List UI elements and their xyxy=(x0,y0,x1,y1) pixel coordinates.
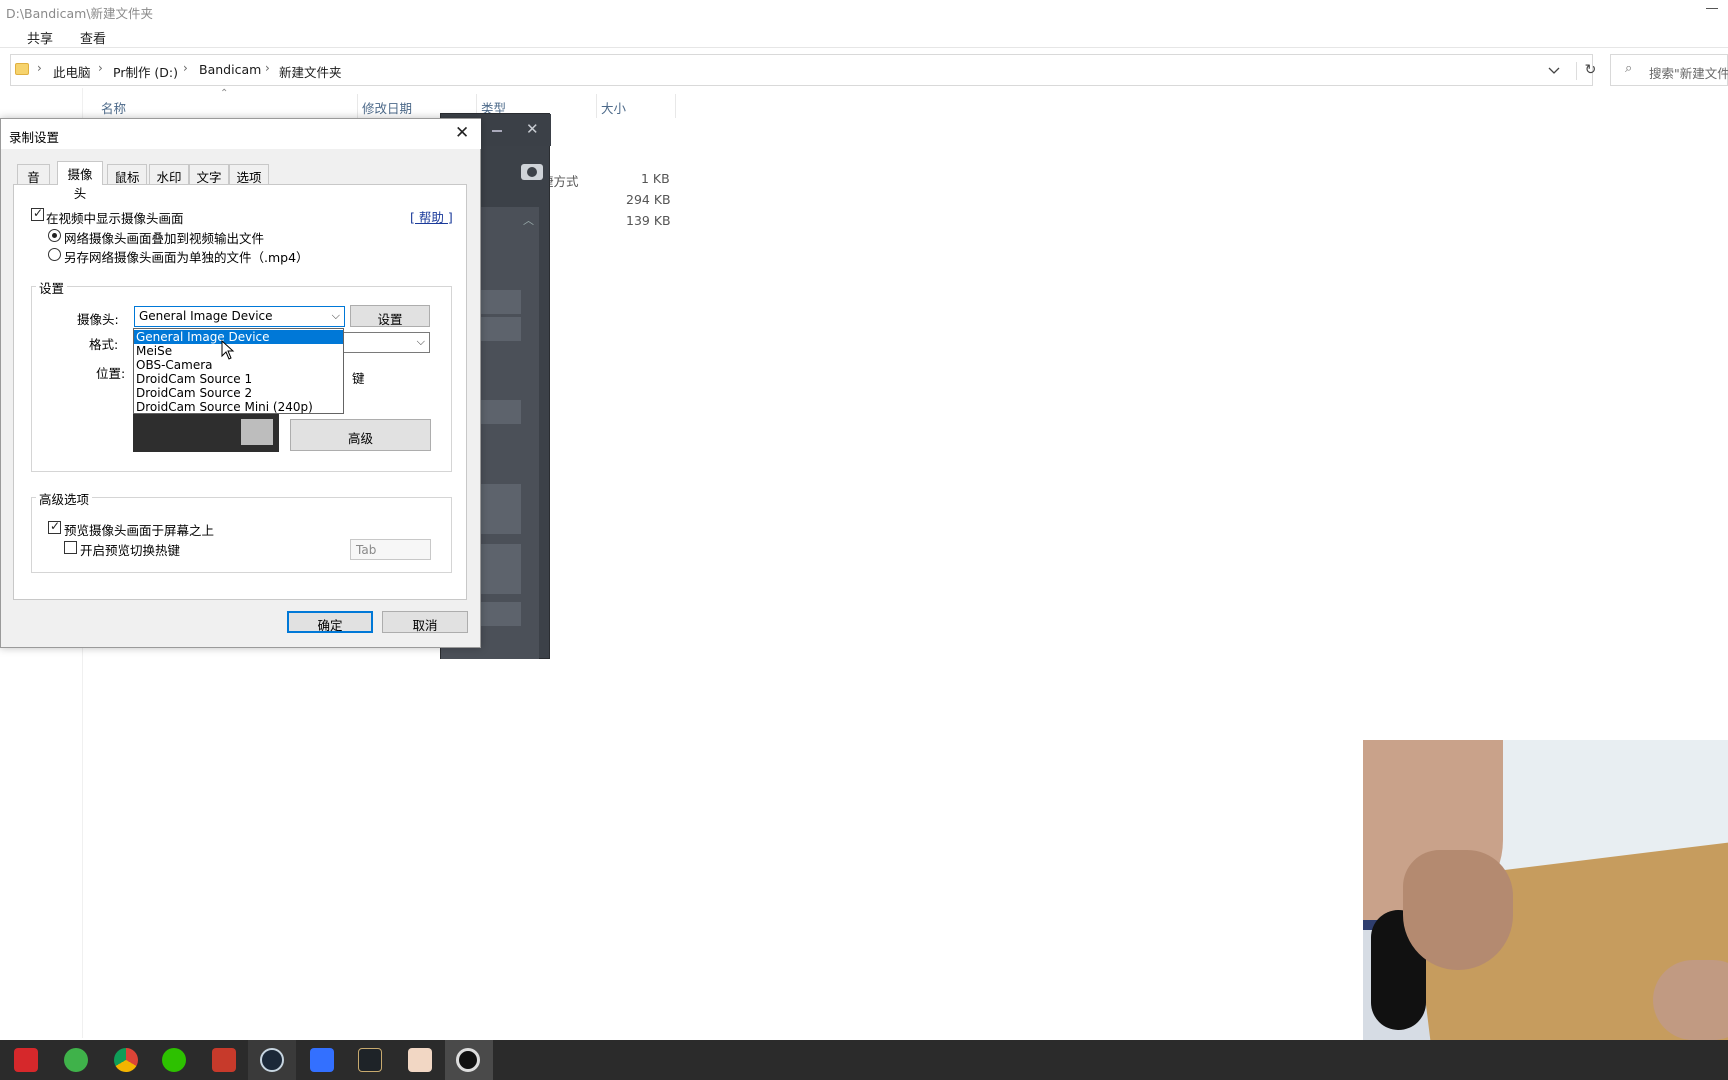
webcam-scene xyxy=(1653,960,1728,1040)
tab-webcam[interactable]: 摄像头 xyxy=(57,161,103,201)
sort-ascending-icon: ⌃ xyxy=(220,88,229,99)
tab-watermark[interactable]: 水印 xyxy=(149,164,189,185)
column-header-name[interactable]: 名称 xyxy=(101,98,126,117)
preview-on-top-label[interactable]: 预览摄像头画面于屏幕之上 xyxy=(64,520,214,539)
camera-icon[interactable] xyxy=(521,164,543,180)
column-divider[interactable] xyxy=(596,94,597,118)
history-dropdown-button[interactable] xyxy=(1547,63,1561,77)
format-label: 格式: xyxy=(89,337,119,352)
advanced-button[interactable]: 高级 xyxy=(290,419,431,451)
tab-audio[interactable]: 音频 xyxy=(17,164,50,204)
camera-option[interactable]: DroidCam Source Mini (240p) xyxy=(134,400,343,414)
webcam-scene xyxy=(1403,850,1513,970)
breadcrumb-this-pc[interactable]: 此电脑 xyxy=(53,62,91,81)
breadcrumb-bandicam[interactable]: Bandicam xyxy=(199,62,261,77)
preview-position-marker[interactable] xyxy=(241,419,273,445)
overlay-webcam-radio[interactable] xyxy=(48,229,61,242)
hotkey-label-partial: 键 xyxy=(352,371,365,386)
menu-view[interactable]: 查看 xyxy=(80,28,106,47)
chevron-up-icon[interactable]: ︿ xyxy=(523,212,534,228)
arrow-cursor-icon xyxy=(221,339,235,360)
camera-dropdown-list: General Image Device MeiSe OBS-Camera Dr… xyxy=(133,328,344,414)
camera-option[interactable]: OBS-Camera xyxy=(134,358,343,372)
chevron-right-icon[interactable]: › xyxy=(183,61,188,75)
chevron-right-icon[interactable]: › xyxy=(98,61,103,75)
camera-select[interactable]: General Image Device ⌵ xyxy=(134,306,345,327)
youdao-icon[interactable] xyxy=(14,1048,38,1072)
bandicam-icon[interactable] xyxy=(456,1048,480,1072)
refresh-button[interactable]: ↻ xyxy=(1576,62,1604,80)
menu-share[interactable]: 共享 xyxy=(27,28,53,47)
chevron-down-icon xyxy=(1548,67,1560,74)
webcam-overlay xyxy=(1363,740,1728,1065)
separate-file-label[interactable]: 另存网络摄像头画面为单独的文件（.mp4） xyxy=(64,247,309,266)
search-placeholder: 搜索"新建文件 xyxy=(1649,66,1728,81)
separate-file-radio[interactable] xyxy=(48,248,61,261)
cancel-button[interactable]: 取消 xyxy=(382,611,468,633)
bandicam-close-button[interactable]: ✕ xyxy=(526,120,539,138)
column-header-date[interactable]: 修改日期 xyxy=(362,98,412,117)
overlay-webcam-label[interactable]: 网络摄像头画面叠加到视频输出文件 xyxy=(64,228,264,247)
help-link[interactable]: [ 帮助 ] xyxy=(410,207,453,226)
tab-options[interactable]: 选项 xyxy=(229,164,269,185)
camera-option[interactable]: DroidCam Source 1 xyxy=(134,372,343,386)
camera-option[interactable]: DroidCam Source 2 xyxy=(134,386,343,400)
tab-mouse[interactable]: 鼠标 xyxy=(107,164,147,185)
search-icon: ⌕ xyxy=(1625,61,1633,76)
column-divider[interactable] xyxy=(357,94,358,118)
minimize-icon xyxy=(1706,8,1718,9)
ok-button[interactable]: 确定 xyxy=(287,611,373,633)
tab-text[interactable]: 文字 xyxy=(189,164,229,185)
wechat-icon[interactable] xyxy=(162,1048,186,1072)
folder-icon xyxy=(15,63,29,75)
search-input[interactable]: ⌕ 搜索"新建文件 xyxy=(1610,54,1728,86)
column-divider[interactable] xyxy=(675,94,676,118)
dialog-title: 录制设置 xyxy=(9,130,60,145)
show-webcam-label[interactable]: 在视频中显示摄像头画面 xyxy=(46,208,184,227)
league-icon[interactable] xyxy=(358,1048,382,1072)
toggle-hotkey-label[interactable]: 开启预览切换热键 xyxy=(80,540,180,559)
camera-option[interactable]: MeiSe xyxy=(134,344,343,358)
app-red-icon[interactable] xyxy=(212,1048,236,1072)
feishu-icon[interactable] xyxy=(310,1048,334,1072)
chrome-icon[interactable] xyxy=(114,1048,138,1072)
dialog-titlebar: 录制设置 ✕ xyxy=(1,119,481,149)
camera-option[interactable]: General Image Device xyxy=(134,330,343,344)
webcam-position-preview xyxy=(133,414,279,452)
show-webcam-checkbox[interactable] xyxy=(31,206,44,221)
window-title: D:\Bandicam\新建文件夹 xyxy=(6,6,154,21)
chevron-down-icon: ⌵ xyxy=(331,309,340,322)
camera-label: 摄像头: xyxy=(77,312,119,327)
settings-group-title: 设置 xyxy=(36,278,68,297)
chevron-right-icon[interactable]: › xyxy=(265,61,270,75)
360-browser-icon[interactable] xyxy=(64,1048,88,1072)
file-size-cell: 1 KB xyxy=(641,171,670,186)
steam-icon[interactable] xyxy=(260,1048,284,1072)
hotkey-input[interactable]: Tab xyxy=(350,539,431,560)
anime-app-icon[interactable] xyxy=(408,1048,432,1072)
position-label: 位置: xyxy=(96,366,126,381)
camera-select-value: General Image Device xyxy=(139,309,273,323)
explorer-menubar: 共享 查看 xyxy=(0,24,1728,48)
preview-on-top-checkbox[interactable] xyxy=(48,519,61,534)
file-size-cell: 139 KB xyxy=(626,213,671,228)
taskbar xyxy=(0,1040,1728,1080)
breadcrumb-drive-d[interactable]: Pr制作 (D:) xyxy=(113,62,178,81)
chevron-right-icon[interactable]: › xyxy=(37,61,42,75)
breadcrumb-new-folder[interactable]: 新建文件夹 xyxy=(279,62,342,81)
close-icon[interactable]: ✕ xyxy=(455,123,469,143)
file-size-cell: 294 KB xyxy=(626,192,671,207)
bandicam-minimize-button[interactable] xyxy=(492,130,502,132)
advanced-options-title: 高级选项 xyxy=(36,489,93,508)
toggle-hotkey-checkbox[interactable] xyxy=(64,541,77,554)
minimize-button[interactable] xyxy=(1688,0,1728,22)
column-header-size[interactable]: 大小 xyxy=(601,98,626,117)
chevron-down-icon: ⌵ xyxy=(416,335,425,348)
camera-settings-button[interactable]: 设置 xyxy=(350,305,430,327)
address-bar[interactable]: › 此电脑 › Pr制作 (D:) › Bandicam › 新建文件夹 ↻ xyxy=(10,54,1596,86)
refresh-icon: ↻ xyxy=(1584,62,1597,78)
